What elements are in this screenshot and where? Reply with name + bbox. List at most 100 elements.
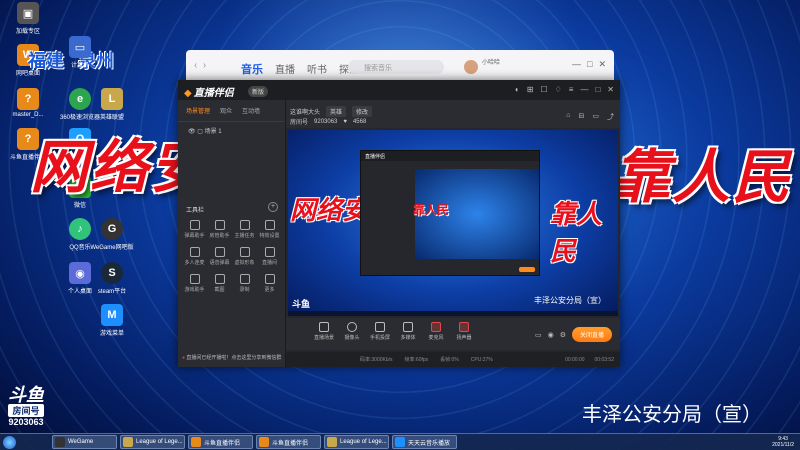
tool-item[interactable]: 语音弹幕 [207,247,232,266]
steam-icon: S [101,262,123,284]
scene-tabs: 场景管理 观众 互动墙 [178,100,285,122]
tab-audience[interactable]: 观众 [220,106,232,115]
bell-icon[interactable]: ♢ [555,85,562,94]
music-icon [395,437,405,447]
streaming-app-window: ◆ 直播伴侣 新版 ◐ ⊞ ☐ ♢ ≡ — □ ✕ 场景管理 观众 互动墙 👁 ▢… [178,80,620,367]
tool-item[interactable]: 主播任务 [232,220,257,239]
tool-item[interactable]: 多人连麦 [182,247,207,266]
avatar[interactable] [464,60,478,74]
tool-item[interactable]: 更多 [257,274,282,293]
desktop-icon-load[interactable]: ▣ 加载专区 [0,2,56,35]
tools-grid: 弹幕助手 房管助手 主播任务 特效设置 多人连麦 语音弹幕 虚拟形象 直播间 游… [182,220,282,293]
room-label: 房间号 [290,120,309,126]
minimize-icon[interactable]: — [572,59,581,70]
live-time: 00:03:52 [594,356,614,363]
microphone-icon [431,322,441,332]
tab-books[interactable]: 听书 [307,61,327,77]
scene-item[interactable]: 👁 ▢ 场景 1 [178,122,285,139]
record-time: 00:00:00 [565,356,585,363]
desktop-icon-wegame[interactable]: G WeGame网吧版 [84,218,140,251]
speaker-button[interactable]: 扬声器 [454,322,474,341]
close-icon[interactable]: ✕ [607,85,614,94]
taskbar-item[interactable]: 天天云音乐播放 [392,435,457,449]
police-caption: 丰泽公安分局（宣） [582,402,762,426]
clock[interactable]: 9:43 2021/11/2 [772,436,794,448]
desktop-icon-lol[interactable]: L 英雄联盟 [84,88,140,121]
nav-arrows-icon[interactable]: ‹ › [194,60,206,71]
maximize-icon[interactable]: □ [595,85,600,94]
category-tag[interactable]: 英雄 [326,106,347,117]
room-id: 9203063 [314,118,338,125]
taskbar-item[interactable]: WeGame [52,435,117,449]
eye-icon[interactable]: ◉ [548,331,554,339]
lol-icon [327,437,337,447]
close-icon[interactable]: ✕ [598,59,606,70]
record-icon[interactable]: ▭ [535,331,542,339]
desktop-icon-computer[interactable]: ▭ 计算机 [52,36,108,69]
taskbar-item[interactable]: 斗鱼直播伴侣 [256,435,321,449]
settings-icon[interactable]: ≡ [569,85,574,94]
stop-live-button[interactable]: 关闭直播 [571,327,612,342]
camera-button[interactable]: 摄像头 [342,322,362,341]
tool-item[interactable]: 直播间 [257,247,282,266]
speaker-icon [459,322,469,332]
avatar-icon[interactable]: ◐ [515,85,520,94]
bitrate: 码率:3000Kb/s [360,357,393,363]
add-tool-button[interactable]: + [268,202,278,212]
user-name: 小哈哈 [482,60,501,66]
tool-item[interactable]: 录制 [232,274,257,293]
taskbar-item[interactable]: 斗鱼直播伴侣 [188,435,253,449]
taskbar-item[interactable]: League of Lege... [120,435,185,449]
banner-right: 靠人民 [612,145,793,210]
gift-icon[interactable]: ⊞ [527,85,534,94]
desktop-icon-gamemenu[interactable]: M 游戏菜单 [84,304,140,337]
share-icon[interactable]: ⤴ [607,112,614,122]
scene-button[interactable]: 直播场景 [314,322,334,341]
tab-scene-manage[interactable]: 场景管理 [186,106,210,115]
douyu-icon [259,437,269,447]
tab-live[interactable]: 直播 [275,61,295,77]
tool-item[interactable]: 虚拟形象 [232,247,257,266]
desktop-icon-master[interactable]: ? master_D... [0,88,56,118]
tool-item[interactable]: 弹幕助手 [182,220,207,239]
app-logo: ◆ 直播伴侣 [184,88,234,99]
taskbar-item[interactable]: League of Lege... [324,435,389,449]
tool-item[interactable]: 游戏助手 [182,274,207,293]
tab-music[interactable]: 音乐 [241,61,263,77]
microphone-button[interactable]: 麦克风 [426,322,446,341]
gear-icon[interactable]: ⚙ [560,331,566,339]
layout-icon[interactable]: ⊟ [579,112,585,122]
game-menu-icon: M [101,304,123,326]
maximize-icon[interactable]: □ [587,59,592,70]
tool-item[interactable]: 房管助手 [207,220,232,239]
app-titlebar: ◆ 直播伴侣 新版 ◐ ⊞ ☐ ♢ ≡ — □ ✕ [178,80,620,100]
screen-icon[interactable]: ▭ [592,112,599,122]
live-preview[interactable]: 网络安 靠人民 直播伴侣 靠人民 斗鱼 丰泽公安分局（宣） [288,130,618,316]
tool-icon [239,274,250,284]
tool-icon [214,274,225,284]
source-toolbar: 直播场景 摄像头 手机投屏 多媒体 麦克风 扬声器 ▭ ◉ ⚙ 关闭直播 [286,318,620,350]
tool-item[interactable]: 截图 [207,274,232,293]
window-controls: — □ ✕ [572,59,606,70]
fps: 帧率:60fps [404,357,429,363]
minimize-icon[interactable]: — [580,85,588,94]
media-button[interactable]: 多媒体 [398,322,418,341]
tab-interaction[interactable]: 互动墙 [242,106,260,115]
message-icon[interactable]: ☐ [540,85,547,94]
music-tabs: 音乐 直播 听书 探索 [241,61,359,77]
douyu-logo: 斗鱼 [8,385,44,405]
wegame-icon: G [101,218,123,240]
tool-icon [264,247,275,257]
music-search-input[interactable]: 搜索音乐 [348,60,444,74]
dropped-frames: 丢帧:0% [440,357,459,363]
tool-icon [264,220,275,230]
start-button[interactable] [3,436,16,449]
version-badge[interactable]: 新版 [248,86,269,97]
desktop-icon-steam[interactable]: S steam平台 [84,262,140,295]
tool-item[interactable]: 特效设置 [257,220,282,239]
room-number: 9203063 [8,417,44,427]
lock-icon[interactable]: ⌂ [566,112,570,122]
wegame-icon [55,437,65,447]
edit-button[interactable]: 修改 [352,106,373,117]
phone-cast-button[interactable]: 手机投屏 [370,322,390,341]
